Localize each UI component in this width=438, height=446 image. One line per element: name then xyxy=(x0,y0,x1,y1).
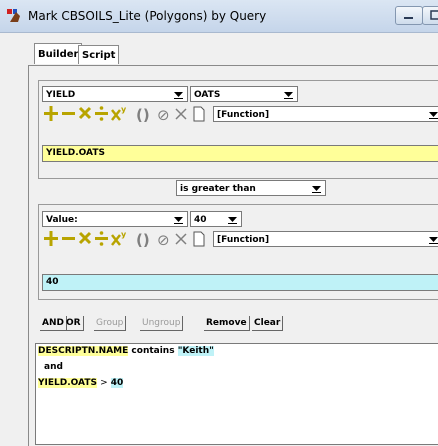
svg-text:⊘: ⊘ xyxy=(157,231,170,249)
chevron-down-icon xyxy=(312,186,321,193)
tab-builder[interactable]: Builder xyxy=(34,43,83,64)
chevron-down-icon xyxy=(174,217,183,224)
document-icon[interactable] xyxy=(193,106,205,122)
left-field-value: YIELD xyxy=(46,90,76,100)
delete-icon[interactable] xyxy=(175,108,187,120)
comparison-select[interactable]: is greater than xyxy=(176,180,326,196)
power-icon[interactable]: y xyxy=(111,230,127,246)
and-button[interactable]: AND xyxy=(40,316,67,331)
left-field-select[interactable]: YIELD xyxy=(42,86,188,102)
left-value-value: OATS xyxy=(194,90,221,100)
remove-button[interactable]: Remove xyxy=(204,316,250,331)
right-field-select[interactable]: Value: xyxy=(42,211,188,227)
chevron-down-icon xyxy=(429,112,438,119)
group-button[interactable]: Group xyxy=(94,316,127,331)
plus-icon[interactable] xyxy=(44,106,58,121)
minus-icon[interactable] xyxy=(62,112,75,115)
left-function-select[interactable]: [Function] xyxy=(213,106,438,122)
right-function-value: [Function] xyxy=(217,235,270,245)
parentheses-icon[interactable]: () xyxy=(136,231,150,249)
query-value: "Keith" xyxy=(177,346,214,356)
not-equal-icon[interactable]: ⊘ xyxy=(157,231,170,249)
title-bar[interactable]: Mark CBSOILS_Lite (Polygons) by Query xyxy=(0,0,438,33)
query-value: 40 xyxy=(110,378,124,388)
chevron-down-icon xyxy=(429,237,438,244)
not-equal-icon[interactable]: ⊘ xyxy=(157,106,170,124)
right-field-value: Value: xyxy=(46,215,78,225)
query-line-1[interactable]: DESCRIPTN.NAME contains "Keith" xyxy=(38,346,214,356)
right-value-select[interactable]: 40 xyxy=(190,211,242,227)
left-value-select[interactable]: OATS xyxy=(190,86,298,102)
query-line-3[interactable]: YIELD.OATS > 40 xyxy=(38,378,124,388)
chevron-down-icon xyxy=(174,92,183,99)
query-window: Mark CBSOILS_Lite (Polygons) by Query Bu… xyxy=(0,0,438,446)
divide-icon[interactable] xyxy=(95,231,108,246)
maximize-icon xyxy=(430,10,438,20)
chevron-down-icon xyxy=(284,92,293,99)
svg-text:y: y xyxy=(121,230,127,239)
app-logo-icon xyxy=(7,9,20,22)
svg-text:(): () xyxy=(136,231,150,249)
left-function-value: [Function] xyxy=(217,110,270,120)
plus-icon[interactable] xyxy=(44,231,58,246)
delete-icon[interactable] xyxy=(175,233,187,245)
maximize-button[interactable] xyxy=(422,6,438,25)
query-operator: > xyxy=(100,378,108,388)
or-button[interactable]: OR xyxy=(64,316,84,331)
power-icon[interactable]: y xyxy=(111,105,127,121)
right-expression-field[interactable]: 40 xyxy=(42,274,438,291)
document-icon[interactable] xyxy=(193,231,205,247)
svg-text:(): () xyxy=(136,106,150,124)
minimize-icon xyxy=(404,17,413,19)
query-field: DESCRIPTN.NAME xyxy=(38,346,129,356)
query-field: YIELD.OATS xyxy=(38,378,97,388)
left-expression-field[interactable]: YIELD.OATS xyxy=(42,145,438,162)
ungroup-button[interactable]: Ungroup xyxy=(140,316,184,331)
multiply-icon[interactable] xyxy=(78,231,92,245)
multiply-icon[interactable] xyxy=(78,106,92,120)
tab-script[interactable]: Script xyxy=(78,45,120,64)
query-line-2[interactable]: and xyxy=(44,362,63,372)
chevron-down-icon xyxy=(228,217,237,224)
svg-text:⊘: ⊘ xyxy=(157,106,170,124)
svg-text:y: y xyxy=(121,105,127,114)
right-value-value: 40 xyxy=(194,215,207,225)
clear-button[interactable]: Clear xyxy=(252,316,284,331)
comparison-value: is greater than xyxy=(180,184,256,194)
minimize-button[interactable] xyxy=(395,6,423,25)
minus-icon[interactable] xyxy=(62,237,75,240)
divide-icon[interactable] xyxy=(95,106,108,121)
parentheses-icon[interactable]: () xyxy=(136,106,150,124)
right-function-select[interactable]: [Function] xyxy=(213,231,438,247)
query-operator: contains xyxy=(131,346,175,356)
window-title: Mark CBSOILS_Lite (Polygons) by Query xyxy=(28,9,267,23)
query-text-area[interactable]: DESCRIPTN.NAME contains "Keith" and YIEL… xyxy=(35,343,438,445)
